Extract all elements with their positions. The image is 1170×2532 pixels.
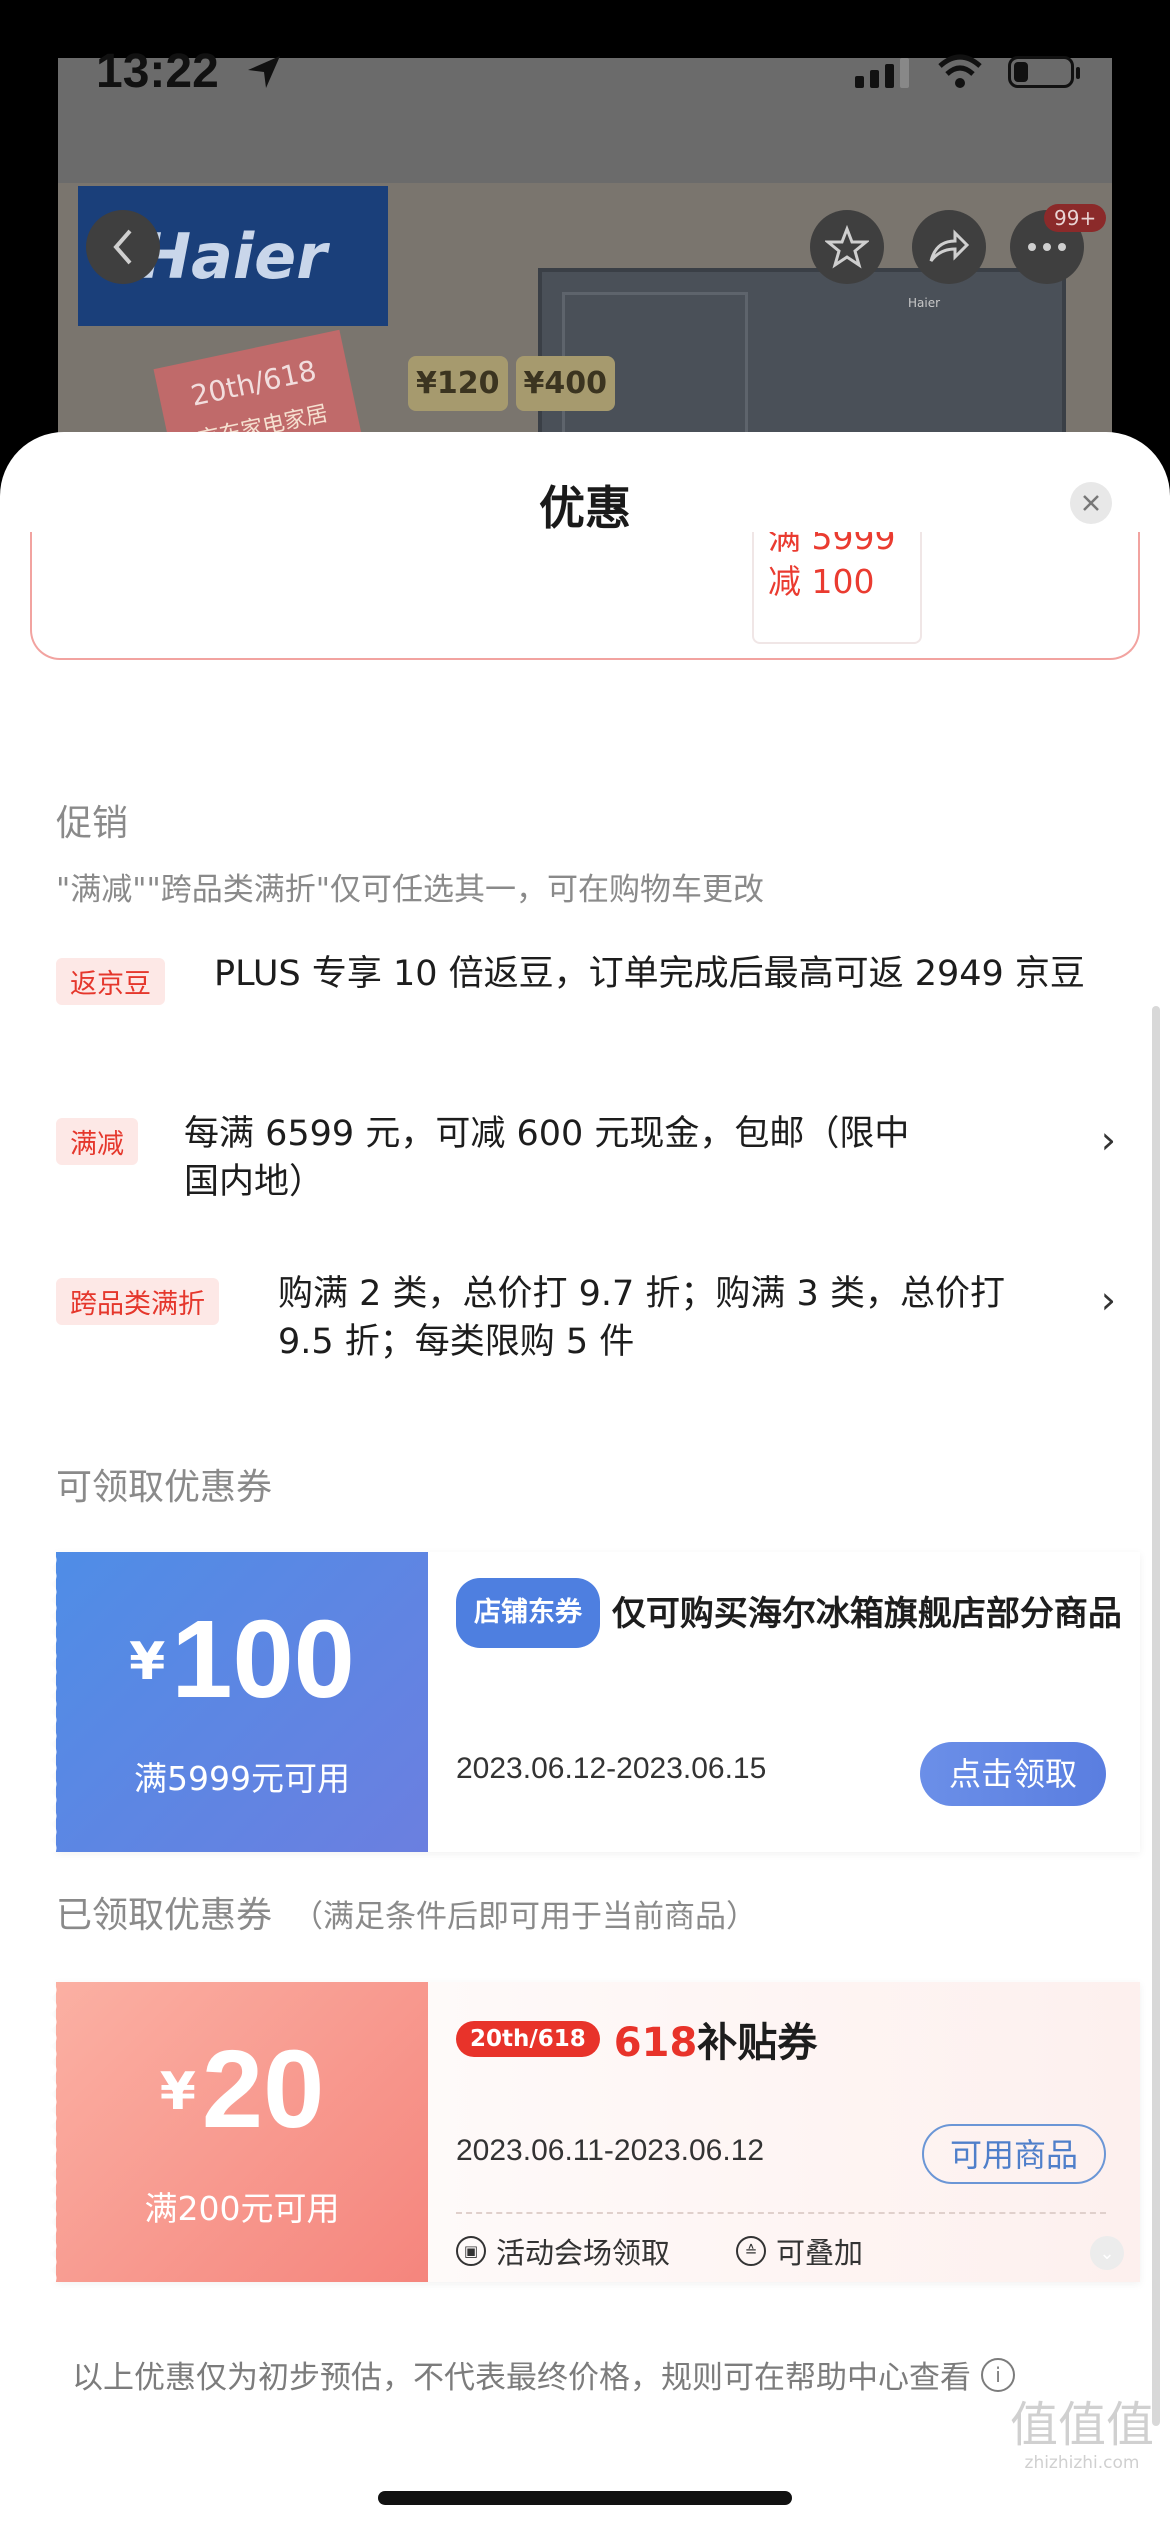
promo-row-cross-category[interactable]: 跨品类满折 购满 2 类，总价打 9.7 折；购满 3 类，总价打 9.5 折；…	[56, 1274, 1116, 1378]
promo-row-jingdou: 返京豆 PLUS 专享 10 倍返豆，订单完成后最高可返 2949 京豆	[56, 954, 1116, 1058]
coupon-stackable: ≙ 可叠加	[736, 2230, 863, 2272]
discount-tier-card: 满 5999 减 100	[30, 532, 1140, 660]
stack-icon: ≙	[736, 2236, 766, 2266]
watermark-logo: 值值值	[1010, 2397, 1155, 2453]
share-icon	[929, 229, 970, 262]
close-icon	[1083, 495, 1099, 511]
chevron-left-icon	[113, 229, 132, 265]
coupon-description-block: 店铺东券 仅可购买海尔冰箱旗舰店部分商品	[456, 1578, 1126, 1648]
promo-text: PLUS 专享 10 倍返豆，订单完成后最高可返 2949 京豆	[214, 954, 1085, 994]
coupon-type-badge: 店铺东券	[456, 1578, 600, 1648]
coupon-description: 仅可购买海尔冰箱旗舰店部分商品	[611, 1594, 1122, 1634]
battery-icon	[1008, 56, 1080, 88]
coupon-value: 20	[201, 2028, 325, 2151]
promotions-title: 促销	[56, 803, 129, 844]
claim-coupon-button[interactable]: 点击领取	[920, 1742, 1106, 1806]
home-indicator[interactable]	[378, 2491, 792, 2505]
coupon-currency: ¥	[159, 2062, 196, 2122]
available-coupon: ¥100 满5999元可用 店铺东券 仅可购买海尔冰箱旗舰店部分商品 2023.…	[50, 1552, 1140, 1852]
fridge-brand-label: Haier	[908, 296, 941, 310]
star-icon	[825, 225, 869, 269]
claimed-coupons-title: 已领取优惠券	[56, 1895, 273, 1936]
promo-tag: 返京豆	[56, 958, 165, 1005]
coupon-title: 618补贴券	[614, 2010, 818, 2068]
price-badges: ¥120 ¥400	[408, 356, 615, 411]
disclaimer-text: 以上优惠仅为初步预估，不代表最终价格，规则可在帮助中心查看	[72, 2360, 971, 2396]
coupon-currency: ¥	[129, 1632, 166, 1692]
applicable-products-button[interactable]: 可用商品	[922, 2124, 1106, 2184]
location-arrow-icon	[248, 56, 280, 88]
price-badge: ¥120	[408, 356, 508, 411]
share-button[interactable]	[912, 210, 986, 284]
expand-chevron-icon[interactable]: ⌄	[1090, 2236, 1124, 2270]
coupon-date: 2023.06.11-2023.06.12	[456, 2134, 765, 2167]
promotions-note: "满减""跨品类满折"仅可任选其一，可在购物车更改	[56, 872, 765, 908]
coupon-title-row: 20th/618 618补贴券	[456, 2010, 817, 2068]
coupon-source-label: 活动会场领取	[496, 2236, 671, 2270]
claimed-coupons-header: 已领取优惠券 （满足条件后即可用于当前商品）	[56, 1886, 757, 1938]
coupon-title-rest: 补贴券	[697, 2020, 818, 2066]
coupon-condition: 满200元可用	[144, 2189, 340, 2228]
claimed-coupons-note: （满足条件后即可用于当前商品）	[292, 1899, 758, 1935]
notification-badge: 99+	[1044, 204, 1107, 232]
coupon-amount: ¥100	[56, 1596, 428, 1723]
discount-sheet: 优惠 满 5999 减 100 促销 "满减""跨品类满折"仅可任选其一，可在购…	[0, 432, 1170, 2532]
coupon-date: 2023.06.12-2023.06.15	[456, 1752, 767, 1785]
back-button[interactable]	[86, 210, 160, 284]
scrollbar[interactable]	[1152, 1006, 1160, 2426]
discount-tier[interactable]: 满 5999 减 100	[752, 532, 922, 644]
coupon-detail: 20th/618 618补贴券 2023.06.11-2023.06.12 可用…	[456, 1982, 1136, 2282]
coupon-source: ▣ 活动会场领取	[456, 2230, 670, 2272]
claimed-coupon: ¥20 满200元可用 20th/618 618补贴券 2023.06.11-2…	[50, 1982, 1140, 2282]
coupon-value-panel: ¥20 满200元可用	[50, 1982, 428, 2282]
cellular-signal-icon	[855, 58, 909, 88]
coupon-value: 100	[171, 1598, 355, 1721]
promo-text: 每满 6599 元，可减 600 元现金，包邮（限中国内地）	[184, 1114, 910, 1202]
coupon-stackable-label: 可叠加	[776, 2236, 864, 2270]
coupon-condition: 满5999元可用	[134, 1759, 350, 1798]
promo-text: 购满 2 类，总价打 9.7 折；购满 3 类，总价打 9.5 折；每类限购 5…	[278, 1274, 1005, 1362]
promo-tag: 跨品类满折	[56, 1278, 219, 1325]
coupon-detail: 店铺东券 仅可购买海尔冰箱旗舰店部分商品 2023.06.12-2023.06.…	[456, 1552, 1136, 1852]
watermark-url: zhizhizhi.com	[1024, 2453, 1140, 2473]
ticket-icon: ▣	[456, 2236, 486, 2266]
divider	[456, 2212, 1106, 2214]
tier-threshold: 满 5999	[768, 532, 896, 557]
disclaimer: 以上优惠仅为初步预估，不代表最终价格，规则可在帮助中心查看 i	[72, 2352, 1015, 2397]
618-logo: 20th/618	[456, 2021, 600, 2057]
status-bar: 13:22	[0, 0, 1170, 140]
coupon-title-red: 618	[613, 2020, 698, 2066]
chevron-right-icon: ›	[1100, 1278, 1116, 1322]
status-time: 13:22	[96, 45, 219, 98]
coupon-amount: ¥20	[56, 2026, 428, 2153]
available-coupons-title: 可领取优惠券	[56, 1467, 273, 1508]
favorite-button[interactable]	[810, 210, 884, 284]
chevron-right-icon: ›	[1100, 1118, 1116, 1162]
coupon-value-panel: ¥100 满5999元可用	[50, 1552, 428, 1852]
promo-row-full-reduction[interactable]: 满减 每满 6599 元，可减 600 元现金，包邮（限中国内地） ›	[56, 1114, 1116, 1218]
close-button[interactable]	[1070, 482, 1112, 524]
info-icon[interactable]: i	[981, 2357, 1015, 2392]
tier-discount: 减 100	[768, 562, 875, 601]
price-badge: ¥400	[515, 356, 615, 411]
promo-tag: 满减	[56, 1118, 138, 1165]
wifi-icon	[938, 54, 982, 88]
sheet-title: 优惠	[539, 481, 631, 535]
more-icon	[1028, 243, 1066, 251]
watermark: 值值值 zhizhizhi.com	[1010, 2398, 1154, 2474]
